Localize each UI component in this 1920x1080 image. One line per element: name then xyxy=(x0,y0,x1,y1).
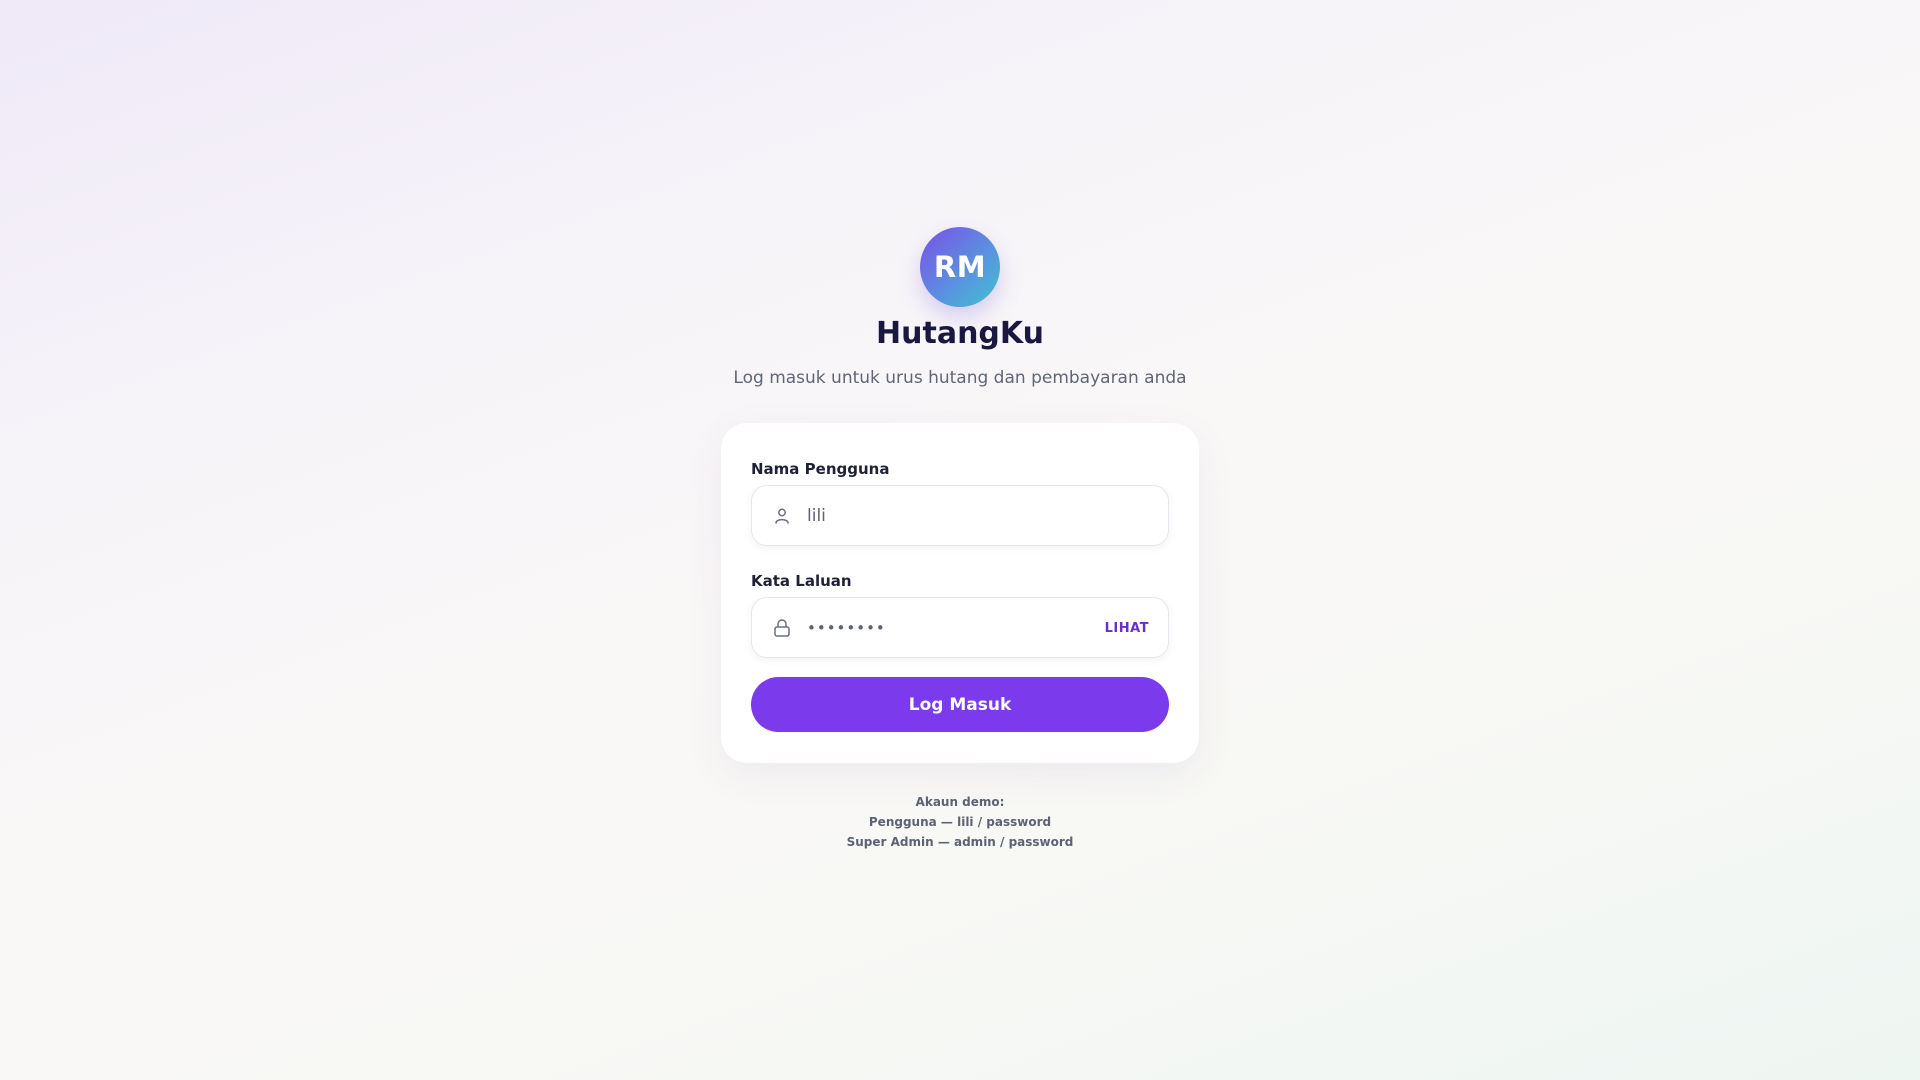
login-card: Nama Pengguna lili Kata Laluan •••••••• … xyxy=(721,423,1199,763)
app-logo: RM xyxy=(920,227,1000,307)
login-button[interactable]: Log Masuk xyxy=(751,677,1169,732)
username-label: Nama Pengguna xyxy=(751,460,890,478)
demo-heading: Akaun demo: xyxy=(915,795,1005,809)
logo-text: RM xyxy=(933,250,987,284)
demo-account-user: Pengguna — lili / password xyxy=(868,815,1052,829)
password-label: Kata Laluan xyxy=(751,572,852,590)
password-value: •••••••• xyxy=(807,619,886,637)
lock-icon xyxy=(772,618,792,638)
app-title: HutangKu xyxy=(876,316,1044,351)
password-field[interactable]: •••••••• LIHAT xyxy=(751,597,1169,658)
username-field[interactable]: lili xyxy=(751,485,1169,546)
login-subtitle: Log masuk untuk urus hutang dan pembayar… xyxy=(733,368,1187,388)
show-password-button[interactable]: LIHAT xyxy=(1105,598,1149,659)
user-icon xyxy=(772,506,792,526)
demo-account-admin: Super Admin — admin / password xyxy=(846,835,1074,849)
username-value: lili xyxy=(807,506,826,526)
login-page: RM HutangKu Log masuk untuk urus hutang … xyxy=(0,0,1920,1080)
